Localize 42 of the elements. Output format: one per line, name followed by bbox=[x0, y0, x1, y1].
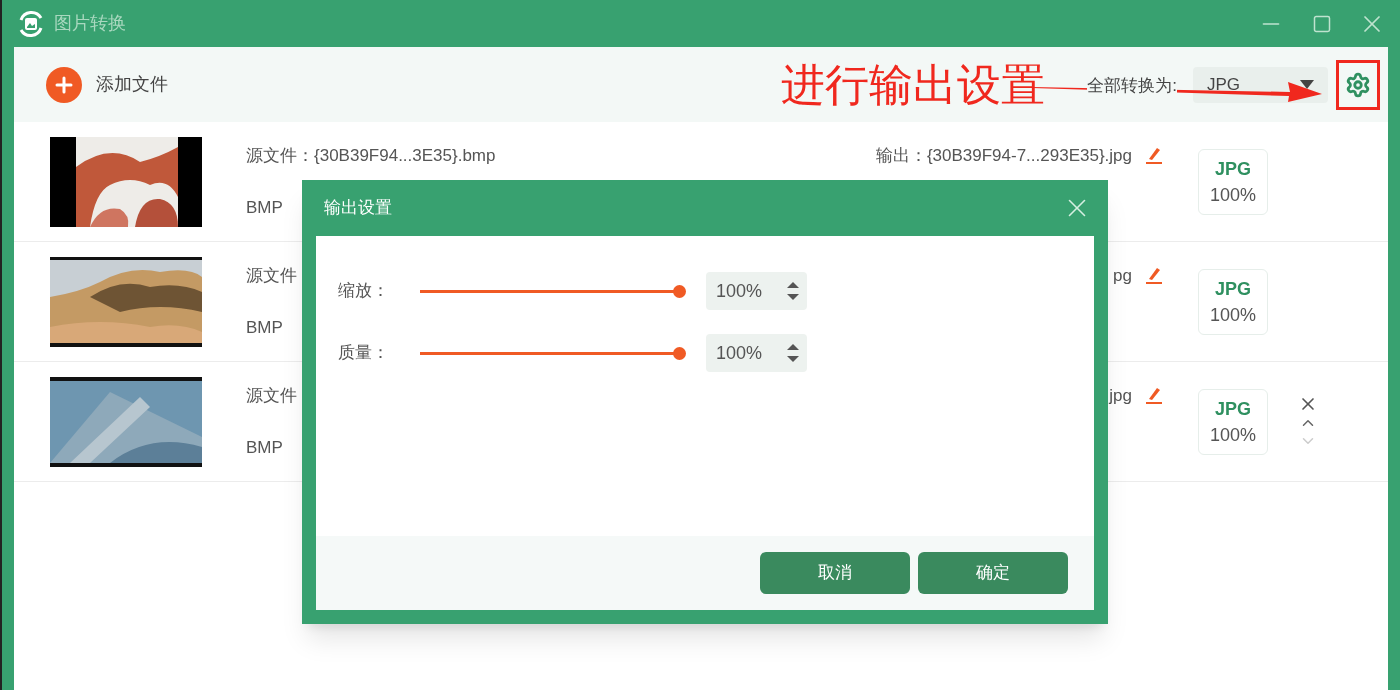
source-file-name: 源文件 bbox=[246, 264, 297, 287]
dialog-title: 输出设置 bbox=[324, 197, 392, 220]
confirm-button[interactable]: 确定 bbox=[918, 552, 1068, 594]
source-file-name: 源文件 bbox=[246, 384, 297, 407]
output-file-name: 输出：{30B39F94-7...293E35}.jpg bbox=[875, 144, 1132, 167]
decrement-icon[interactable] bbox=[787, 294, 799, 300]
window-title: 图片转换 bbox=[54, 12, 126, 35]
badge-format: JPG bbox=[1215, 397, 1251, 421]
badge-format: JPG bbox=[1215, 157, 1251, 181]
add-file-button[interactable]: 添加文件 bbox=[46, 66, 168, 103]
badge-quality: 100% bbox=[1209, 303, 1256, 327]
format-badge[interactable]: JPG 100% bbox=[1198, 388, 1268, 455]
source-format: BMP bbox=[246, 197, 283, 219]
slider[interactable] bbox=[420, 346, 686, 360]
spinner-value: 100% bbox=[716, 341, 763, 365]
setting-label: 缩放： bbox=[338, 280, 390, 303]
source-format: BMP bbox=[246, 317, 283, 339]
slider-thumb[interactable] bbox=[673, 346, 686, 360]
slider-thumb[interactable] bbox=[673, 284, 686, 298]
cancel-button[interactable]: 取消 bbox=[760, 552, 910, 594]
source-format: BMP bbox=[246, 437, 283, 459]
value-spinner[interactable]: 100% bbox=[706, 272, 807, 310]
maximize-icon[interactable] bbox=[1312, 13, 1332, 34]
spinner-value: 100% bbox=[716, 279, 763, 303]
increment-icon[interactable] bbox=[787, 344, 799, 350]
decrement-icon[interactable] bbox=[787, 356, 799, 362]
increment-icon[interactable] bbox=[787, 282, 799, 288]
annotation-text: 进行输出设置 bbox=[781, 58, 1046, 111]
format-badge[interactable]: JPG 100% bbox=[1198, 148, 1268, 215]
output-file-name: pg bbox=[1113, 264, 1132, 287]
settings-button[interactable] bbox=[1336, 59, 1380, 110]
output-file-name: .jpg bbox=[1104, 384, 1132, 407]
badge-quality: 100% bbox=[1209, 423, 1256, 447]
setting-label: 质量： bbox=[338, 342, 390, 365]
badge-format: JPG bbox=[1215, 277, 1251, 301]
value-spinner[interactable]: 100% bbox=[706, 334, 807, 372]
source-file-name: 源文件：{30B39F94...3E35}.bmp bbox=[246, 144, 496, 167]
plus-icon bbox=[46, 66, 82, 103]
badge-quality: 100% bbox=[1209, 183, 1256, 207]
gear-icon bbox=[1345, 71, 1371, 98]
format-badge[interactable]: JPG 100% bbox=[1198, 268, 1268, 335]
slider[interactable] bbox=[420, 284, 686, 298]
